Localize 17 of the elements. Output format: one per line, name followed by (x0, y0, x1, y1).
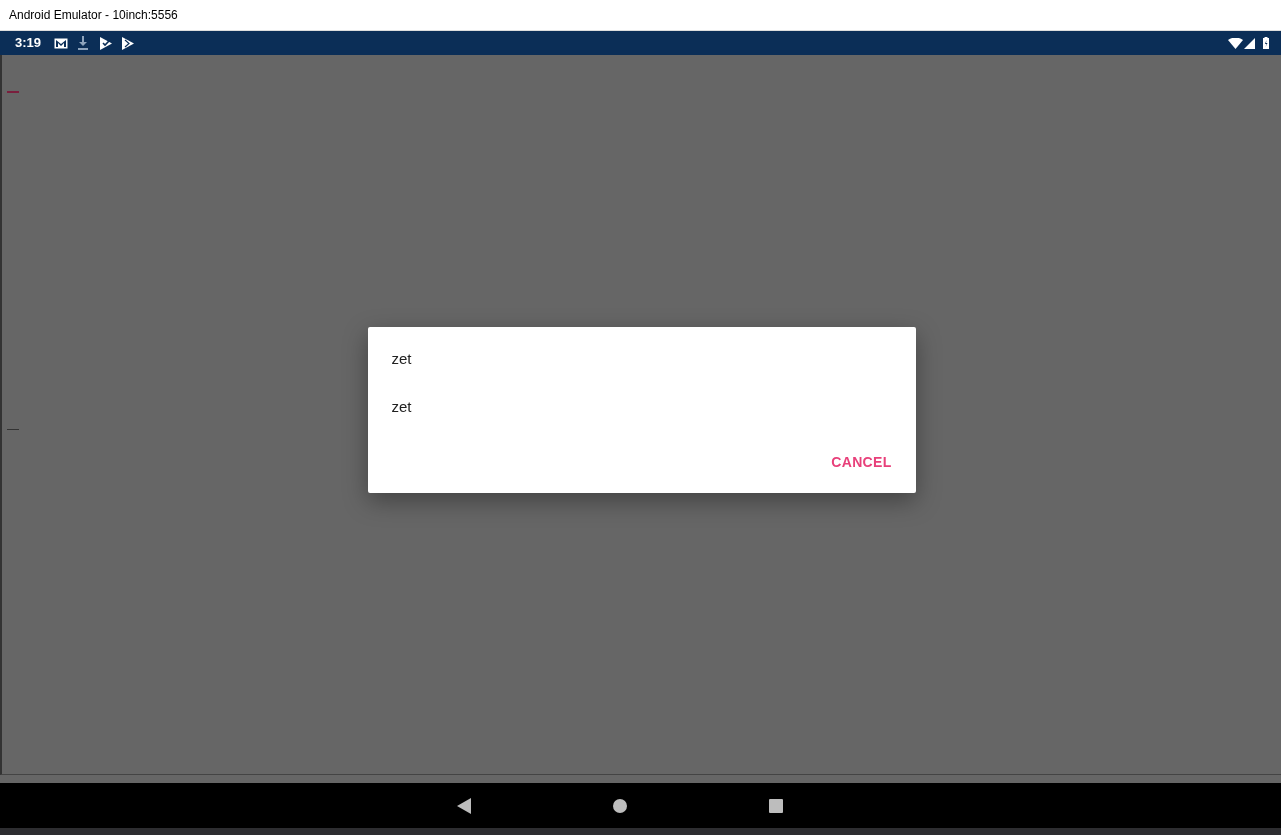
dialog-option[interactable]: zet (391, 397, 892, 416)
back-icon[interactable] (456, 797, 471, 814)
mail-icon (54, 37, 69, 49)
accent-dash (7, 91, 19, 93)
signal-icon (1244, 37, 1255, 49)
recents-icon[interactable] (768, 798, 783, 813)
home-icon[interactable] (612, 798, 627, 813)
play-store-icon (122, 36, 135, 50)
cancel-button[interactable]: CANCEL (831, 451, 892, 473)
window-title: Android Emulator - 10inch:5556 (9, 7, 178, 24)
status-time: 3:19 (15, 34, 42, 53)
play-store-icon (100, 36, 113, 50)
dash-mark (7, 429, 19, 430)
dialog-option[interactable]: zet (391, 349, 892, 368)
battery-icon (1263, 37, 1269, 49)
download-icon (78, 36, 89, 50)
wifi-icon (1228, 37, 1243, 49)
